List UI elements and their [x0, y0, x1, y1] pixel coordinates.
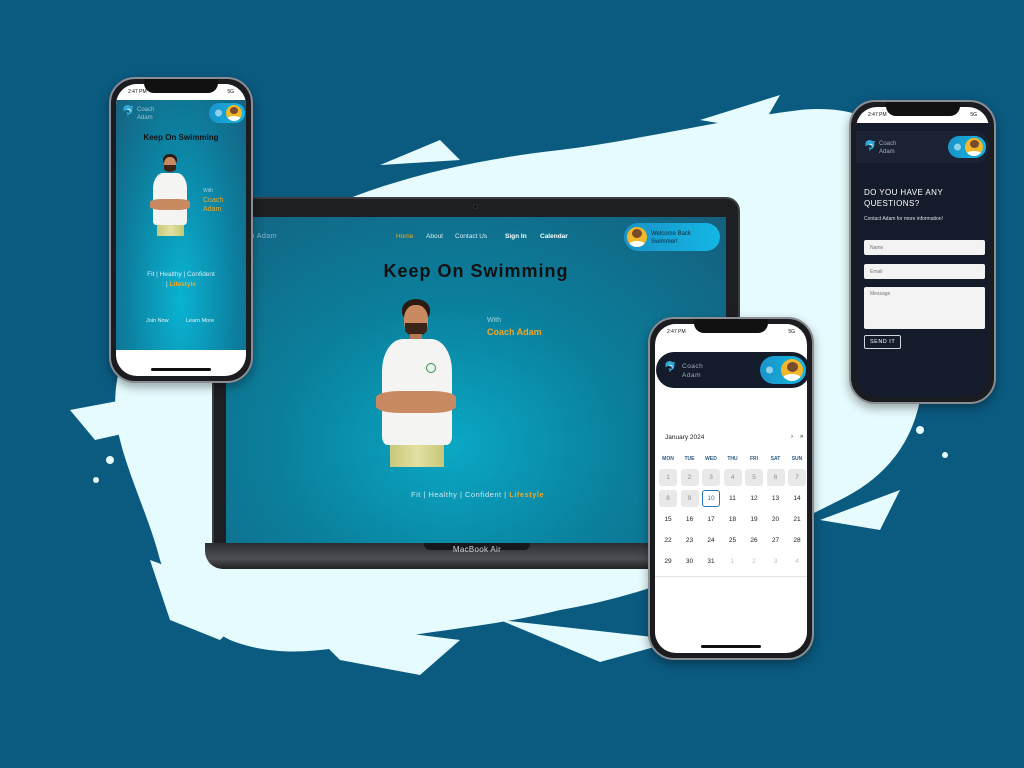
home-tagline: Fit | Healthy | Confident | Lifestyle — [147, 271, 215, 288]
calendar-day[interactable]: 25 — [724, 532, 742, 549]
phone-home: 2:47 PM 5G 🐬 Coach Adam Keep On Swimming W… — [109, 77, 253, 383]
calendar-day[interactable]: 16 — [681, 511, 699, 528]
calendar-day[interactable]: 22 — [659, 532, 677, 549]
home-coach: Coach Adam — [203, 197, 224, 213]
contact-heading: DO YOU HAVE ANY QUESTIONS? — [864, 188, 943, 208]
calendar-day[interactable]: 31 — [702, 553, 720, 570]
calendar-day[interactable]: 21 — [788, 511, 806, 528]
nav-signin-link[interactable]: Sign In — [505, 233, 527, 240]
nav-contact-link[interactable]: Contact Us — [455, 233, 487, 240]
home-hero: 🐬 Coach Adam Keep On Swimming With Coach A… — [116, 100, 246, 350]
message-field[interactable] — [864, 287, 985, 329]
calendar-day[interactable]: 10 — [702, 490, 720, 507]
contact-logo[interactable]: Coach Adam — [879, 140, 896, 156]
weekday-label: MON — [662, 456, 674, 462]
calendar-day[interactable]: 29 — [659, 553, 677, 570]
calendar-day[interactable]: 23 — [681, 532, 699, 549]
calendar-day[interactable]: 12 — [745, 490, 763, 507]
next-month-button[interactable]: › — [791, 434, 793, 440]
weekday-label: THU — [727, 456, 738, 462]
weekday-label: SUN — [791, 456, 803, 462]
dolphin-logo-icon: 🐬 — [664, 362, 677, 373]
calendar-day[interactable]: 8 — [659, 490, 677, 507]
coach-photo — [148, 154, 192, 236]
laptop-camera — [473, 204, 478, 209]
welcome-toggle[interactable]: Welcome Back Swimmer! — [624, 223, 720, 251]
nav-about-link[interactable]: About — [426, 233, 443, 240]
calendar-day[interactable]: 17 — [702, 511, 720, 528]
calendar-day[interactable]: 27 — [767, 532, 785, 549]
home-logo[interactable]: Coach Adam — [137, 106, 154, 122]
email-field[interactable] — [864, 264, 985, 279]
calendar-day[interactable]: 19 — [745, 511, 763, 528]
nav-home-link[interactable]: Home — [396, 233, 413, 240]
calendar-header-bar: 🐬 Coach Adam — [656, 352, 807, 388]
calendar-day[interactable]: 15 — [659, 511, 677, 528]
theme-toggle[interactable] — [948, 136, 986, 158]
calendar-day[interactable]: 2 — [745, 553, 763, 570]
calendar-day[interactable]: 24 — [702, 532, 720, 549]
last-month-button[interactable]: » — [800, 434, 803, 440]
calendar-day[interactable]: 4 — [788, 553, 806, 570]
calendar-day[interactable]: 3 — [702, 469, 720, 486]
calendar-day[interactable]: 2 — [680, 469, 699, 486]
name-field[interactable] — [864, 240, 985, 255]
calendar-day[interactable]: 5 — [745, 469, 763, 486]
calendar-day[interactable]: 28 — [788, 532, 806, 549]
hero-with-label: With — [487, 317, 501, 324]
weekday-label: SAT — [770, 456, 781, 462]
calendar-month-label: January 2024 — [665, 434, 705, 441]
send-button[interactable]: SEND IT — [864, 335, 902, 349]
tagline-main: Fit | Healthy | Confident | — [411, 490, 507, 499]
calendar-day[interactable]: 13 — [767, 490, 785, 507]
calendar-day[interactable]: 1 — [724, 553, 742, 570]
weekday-header: MON TUE WED THU FRI SAT SUN — [659, 456, 806, 462]
calendar-day[interactable]: 26 — [745, 532, 763, 549]
weekday-label: WED — [705, 456, 717, 462]
hero-tagline: Fit | Healthy | Confident | Lifestyle — [411, 490, 544, 499]
calendar-day[interactable]: 6 — [766, 469, 785, 486]
calendar-day[interactable]: 9 — [680, 490, 699, 507]
calendar-logo[interactable]: Coach Adam — [682, 362, 703, 380]
tagline-accent: Lifestyle — [509, 490, 545, 499]
learn-more-button[interactable]: Learn More — [186, 318, 214, 324]
avatar — [627, 227, 647, 247]
hero-coach-name: Coach Adam — [487, 327, 542, 337]
nav-calendar-link[interactable]: Calendar — [540, 233, 568, 240]
contact-header-bar: 🐬 Coach Adam — [856, 131, 989, 163]
hero-title: Keep On Swimming — [383, 261, 569, 281]
weekday-label: FRI — [749, 456, 759, 462]
calendar-day[interactable]: 20 — [767, 511, 785, 528]
coach-photo — [372, 299, 462, 467]
theme-toggle[interactable] — [209, 103, 245, 123]
calendar-day[interactable]: 7 — [788, 469, 806, 486]
dolphin-logo-icon: 🐬 — [122, 106, 135, 117]
join-now-button[interactable]: Join Now — [146, 318, 169, 324]
dolphin-logo-icon: 🐬 — [864, 141, 877, 152]
home-with: With — [203, 188, 213, 194]
contact-subtext: Contact Adam for more information! — [864, 216, 943, 222]
welcome-text: Welcome Back Swimmer! — [651, 231, 691, 245]
calendar-day[interactable]: 3 — [767, 553, 785, 570]
phone-calendar: 2:47 PM 5G 🐬 Coach Adam January 2024 › » M… — [648, 317, 814, 660]
divider — [655, 576, 807, 577]
calendar-day[interactable]: 18 — [724, 511, 742, 528]
calendar-grid: 1 2 3 4 5 6 7 8 9 10 11 12 13 14 15 16 17 18 19 20 21 22 23 24 2… — [659, 469, 806, 570]
calendar-day[interactable]: 14 — [788, 490, 806, 507]
home-title: Keep On Swimming — [143, 133, 219, 142]
calendar-day[interactable]: 1 — [659, 469, 677, 486]
theme-toggle[interactable] — [760, 356, 806, 384]
calendar-day[interactable]: 11 — [724, 490, 742, 507]
weekday-label: TUE — [684, 456, 695, 462]
calendar-day[interactable]: 4 — [723, 469, 742, 486]
phone-contact: 2:47 PM 5G 🐬 Coach Adam DO YOU HAVE ANY QU… — [849, 100, 996, 404]
calendar-day[interactable]: 30 — [681, 553, 699, 570]
